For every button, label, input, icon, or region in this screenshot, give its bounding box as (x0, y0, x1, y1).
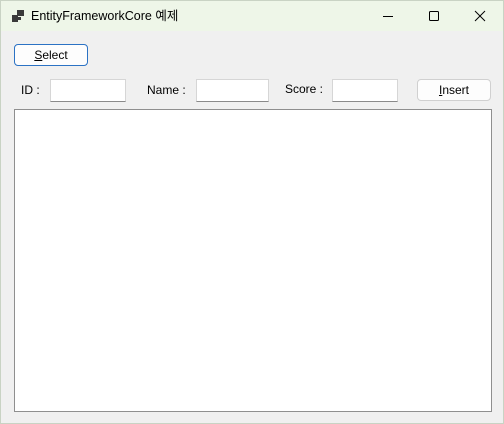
close-icon (474, 10, 486, 22)
name-input[interactable] (196, 79, 269, 102)
insert-button[interactable]: Insert (417, 79, 491, 101)
results-grid[interactable] (14, 109, 492, 412)
id-label: ID : (21, 83, 40, 97)
maximize-icon (429, 11, 439, 21)
insert-button-label: nsert (442, 83, 470, 97)
minimize-button[interactable] (365, 1, 411, 31)
name-label: Name : (147, 83, 186, 97)
title-bar[interactable]: EntityFrameworkCore 예제 (1, 1, 503, 31)
app-window-icon (12, 10, 24, 22)
maximize-button[interactable] (411, 1, 457, 31)
id-input[interactable] (50, 79, 126, 102)
score-input[interactable] (332, 79, 398, 102)
close-button[interactable] (457, 1, 503, 31)
select-button-label: elect (42, 48, 68, 62)
main-window: EntityFrameworkCore 예제 Select ID : Name … (0, 0, 504, 424)
minimize-icon (383, 16, 393, 17)
select-button[interactable]: Select (14, 44, 88, 66)
score-label: Score : (285, 82, 324, 96)
window-title: EntityFrameworkCore 예제 (31, 9, 179, 23)
